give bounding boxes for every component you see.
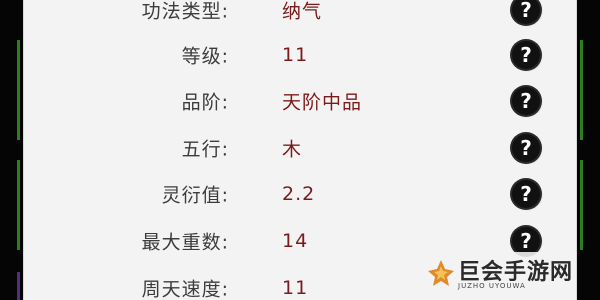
skill-attributes-panel: 功法类型: 纳气 ? 等级: 11 ? 品阶: 天阶中品 ? 五行: 木 ? 灵… — [23, 0, 577, 300]
attribute-row-spirit-value: 灵衍值: 2.2 ? — [24, 172, 576, 216]
attribute-row-grade: 品阶: 天阶中品 ? — [24, 79, 576, 123]
attribute-label: 等级: — [181, 45, 229, 68]
attribute-row-element: 五行: 木 ? — [24, 126, 576, 170]
attribute-value: 木 — [282, 138, 303, 161]
attribute-label: 最大重数: — [141, 231, 229, 254]
attribute-label: 功法类型: — [141, 0, 229, 23]
attribute-value: 天阶中品 — [282, 91, 363, 114]
help-icon[interactable]: ? — [512, 87, 540, 115]
help-icon[interactable]: ? — [512, 227, 540, 255]
attribute-value: 14 — [282, 230, 309, 252]
help-icon[interactable]: ? — [512, 134, 540, 162]
site-watermark: 巨会手游网 JUZHO UYOUWA — [418, 252, 576, 300]
left-frame-bar — [17, 272, 20, 300]
attribute-value: 11 — [282, 44, 309, 66]
attribute-label: 五行: — [181, 138, 229, 161]
attribute-value: 11 — [282, 277, 309, 299]
watermark-logo-icon — [428, 260, 454, 286]
attribute-label: 周天速度: — [141, 278, 229, 300]
left-frame-bar — [17, 160, 20, 250]
help-icon[interactable]: ? — [512, 180, 540, 208]
attribute-row-type: 功法类型: 纳气 ? — [24, 0, 576, 32]
attribute-value: 2.2 — [282, 183, 316, 205]
help-icon[interactable]: ? — [512, 41, 540, 69]
right-frame-bar — [580, 160, 583, 250]
attribute-label: 灵衍值: — [161, 184, 229, 207]
help-icon[interactable]: ? — [512, 0, 540, 24]
attribute-value: 纳气 — [282, 0, 323, 23]
watermark-subtitle: JUZHO UYOUWA — [458, 282, 526, 290]
left-frame-bar — [17, 40, 20, 140]
attribute-row-level: 等级: 11 ? — [24, 33, 576, 77]
attribute-label: 品阶: — [181, 91, 229, 114]
game-screen: 功法类型: 纳气 ? 等级: 11 ? 品阶: 天阶中品 ? 五行: 木 ? 灵… — [0, 0, 600, 300]
right-frame-bar — [580, 40, 583, 140]
